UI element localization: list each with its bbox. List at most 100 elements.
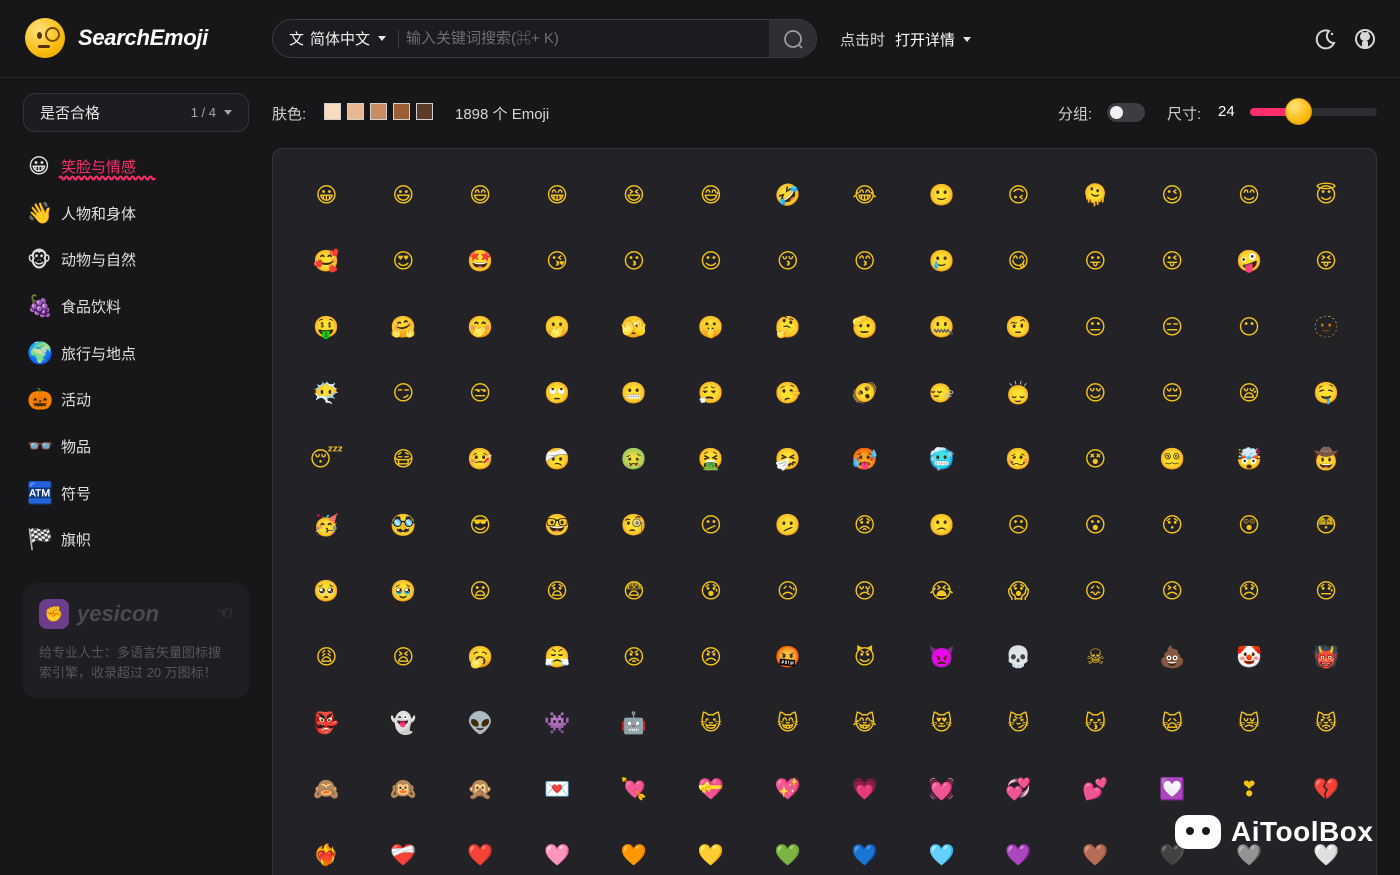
emoji-cell[interactable]: 🤭 [442,294,519,360]
emoji-cell[interactable]: 🙃 [980,162,1057,228]
moon-icon[interactable] [1315,28,1337,50]
emoji-cell[interactable]: 💓 [903,756,980,822]
emoji-cell[interactable]: 😬 [596,360,673,426]
emoji-cell[interactable]: 🤠 [1288,426,1365,492]
emoji-cell[interactable]: 🤧 [749,426,826,492]
emoji-cell[interactable]: 🥴 [980,426,1057,492]
emoji-cell[interactable]: 😈 [826,624,903,690]
language-switcher[interactable]: 文 简体中文 [273,20,398,57]
emoji-cell[interactable]: 😠 [672,624,749,690]
emoji-cell[interactable]: 💙 [826,822,903,875]
emoji-cell[interactable]: 😀 [288,162,365,228]
emoji-cell[interactable]: 👽 [442,690,519,756]
emoji-cell[interactable]: 🤢 [596,426,673,492]
emoji-cell[interactable]: 😣 [1134,558,1211,624]
emoji-cell[interactable]: 😐 [1057,294,1134,360]
emoji-cell[interactable]: 😻 [903,690,980,756]
emoji-cell[interactable]: 😮 [1057,492,1134,558]
emoji-cell[interactable]: 🤫 [672,294,749,360]
emoji-cell[interactable]: 😘 [519,228,596,294]
emoji-cell[interactable]: 😎 [442,492,519,558]
emoji-cell[interactable]: 💔 [1288,756,1365,822]
emoji-cell[interactable]: 🤑 [288,294,365,360]
emoji-cell[interactable]: 😥 [749,558,826,624]
emoji-cell[interactable]: 🤪 [1211,228,1288,294]
emoji-cell[interactable]: 😪 [1211,360,1288,426]
emoji-cell[interactable]: 😩 [288,624,365,690]
emoji-cell[interactable]: 😹 [826,690,903,756]
emoji-cell[interactable]: 🤎 [1057,822,1134,875]
sidebar-item-4[interactable]: 🌍 旅行与地点 [23,330,249,377]
emoji-cell[interactable]: 😭 [903,558,980,624]
sidebar-item-8[interactable]: 🏁 旗帜 [23,517,249,564]
emoji-cell[interactable]: 🫠 [1057,162,1134,228]
sidebar-item-7[interactable]: 🏧 符号 [23,470,249,517]
emoji-cell[interactable]: 🤬 [749,624,826,690]
emoji-cell[interactable]: 🙈 [288,756,365,822]
emoji-cell[interactable]: 🙂 [903,162,980,228]
emoji-cell[interactable]: 🥸 [365,492,442,558]
emoji-cell[interactable]: 🤯 [1211,426,1288,492]
emoji-cell[interactable]: 😄 [442,162,519,228]
emoji-cell[interactable]: 😯 [1134,492,1211,558]
emoji-cell[interactable]: 😡 [596,624,673,690]
emoji-cell[interactable]: ☺ [672,228,749,294]
skin-tone-swatch-2[interactable] [370,103,387,120]
emoji-cell[interactable]: 🫨 [826,360,903,426]
sidebar-item-3[interactable]: 🍇 食品饮料 [23,283,249,330]
emoji-cell[interactable]: 😅 [672,162,749,228]
emoji-cell[interactable]: 😶‍🌫️ [288,360,365,426]
emoji-cell[interactable]: 🥱 [442,624,519,690]
emoji-cell[interactable]: 😨 [596,558,673,624]
emoji-cell[interactable]: 🙀 [1134,690,1211,756]
emoji-cell[interactable]: 😏 [365,360,442,426]
emoji-cell[interactable]: 💌 [519,756,596,822]
click-action-select[interactable]: 打开详情 [895,29,972,50]
emoji-cell[interactable]: 😝 [1288,228,1365,294]
emoji-cell[interactable]: 😮‍💨 [672,360,749,426]
emoji-cell[interactable]: ❤️ [442,822,519,875]
sidebar-item-0[interactable]: 😀 笑脸与情感 [23,143,249,190]
emoji-cell[interactable]: 👿 [903,624,980,690]
emoji-cell[interactable]: ❤️‍🩹 [365,822,442,875]
emoji-cell[interactable]: 💜 [980,822,1057,875]
emoji-cell[interactable]: 😳 [1288,492,1365,558]
emoji-cell[interactable]: 👹 [1288,624,1365,690]
emoji-cell[interactable]: 🧐 [596,492,673,558]
yesicon-promo-card[interactable]: ✊ yesicon ☜ 给专业人士：多语言矢量图标搜索引擎，收录超过 20 万图… [23,583,249,698]
github-icon[interactable] [1354,28,1376,50]
emoji-cell[interactable]: 😚 [749,228,826,294]
emoji-cell[interactable]: 🤩 [442,228,519,294]
emoji-cell[interactable]: 🩵 [903,822,980,875]
sidebar-item-1[interactable]: 👋 人物和身体 [23,190,249,237]
emoji-cell[interactable]: 🤡 [1211,624,1288,690]
emoji-cell[interactable]: 😧 [519,558,596,624]
emoji-cell[interactable]: 🫤 [749,492,826,558]
skin-tone-swatch-3[interactable] [393,103,410,120]
emoji-cell[interactable]: 🫣 [596,294,673,360]
emoji-cell[interactable]: 🥵 [826,426,903,492]
emoji-cell[interactable]: ❤️‍🔥 [288,822,365,875]
emoji-cell[interactable]: 😼 [980,690,1057,756]
emoji-cell[interactable]: 😂 [826,162,903,228]
skin-tone-swatch-4[interactable] [416,103,433,120]
emoji-cell[interactable]: 🙉 [365,756,442,822]
logo-icon[interactable] [25,18,65,58]
emoji-cell[interactable]: 😗 [596,228,673,294]
emoji-cell[interactable]: 🥺 [288,558,365,624]
brand-name[interactable]: SearchEmoji [78,25,208,51]
group-toggle[interactable] [1107,103,1145,122]
emoji-cell[interactable]: 🙄 [519,360,596,426]
emoji-cell[interactable]: 👺 [288,690,365,756]
emoji-cell[interactable]: 💚 [749,822,826,875]
emoji-cell[interactable]: 😃 [365,162,442,228]
emoji-cell[interactable]: 😑 [1134,294,1211,360]
emoji-cell[interactable]: 😟 [826,492,903,558]
emoji-cell[interactable]: 🤥 [749,360,826,426]
emoji-cell[interactable]: 😌 [1057,360,1134,426]
emoji-cell[interactable]: 🥶 [903,426,980,492]
emoji-cell[interactable]: 😊 [1211,162,1288,228]
emoji-cell[interactable]: 💗 [826,756,903,822]
emoji-cell[interactable]: 🥰 [288,228,365,294]
emoji-cell[interactable]: 😺 [672,690,749,756]
